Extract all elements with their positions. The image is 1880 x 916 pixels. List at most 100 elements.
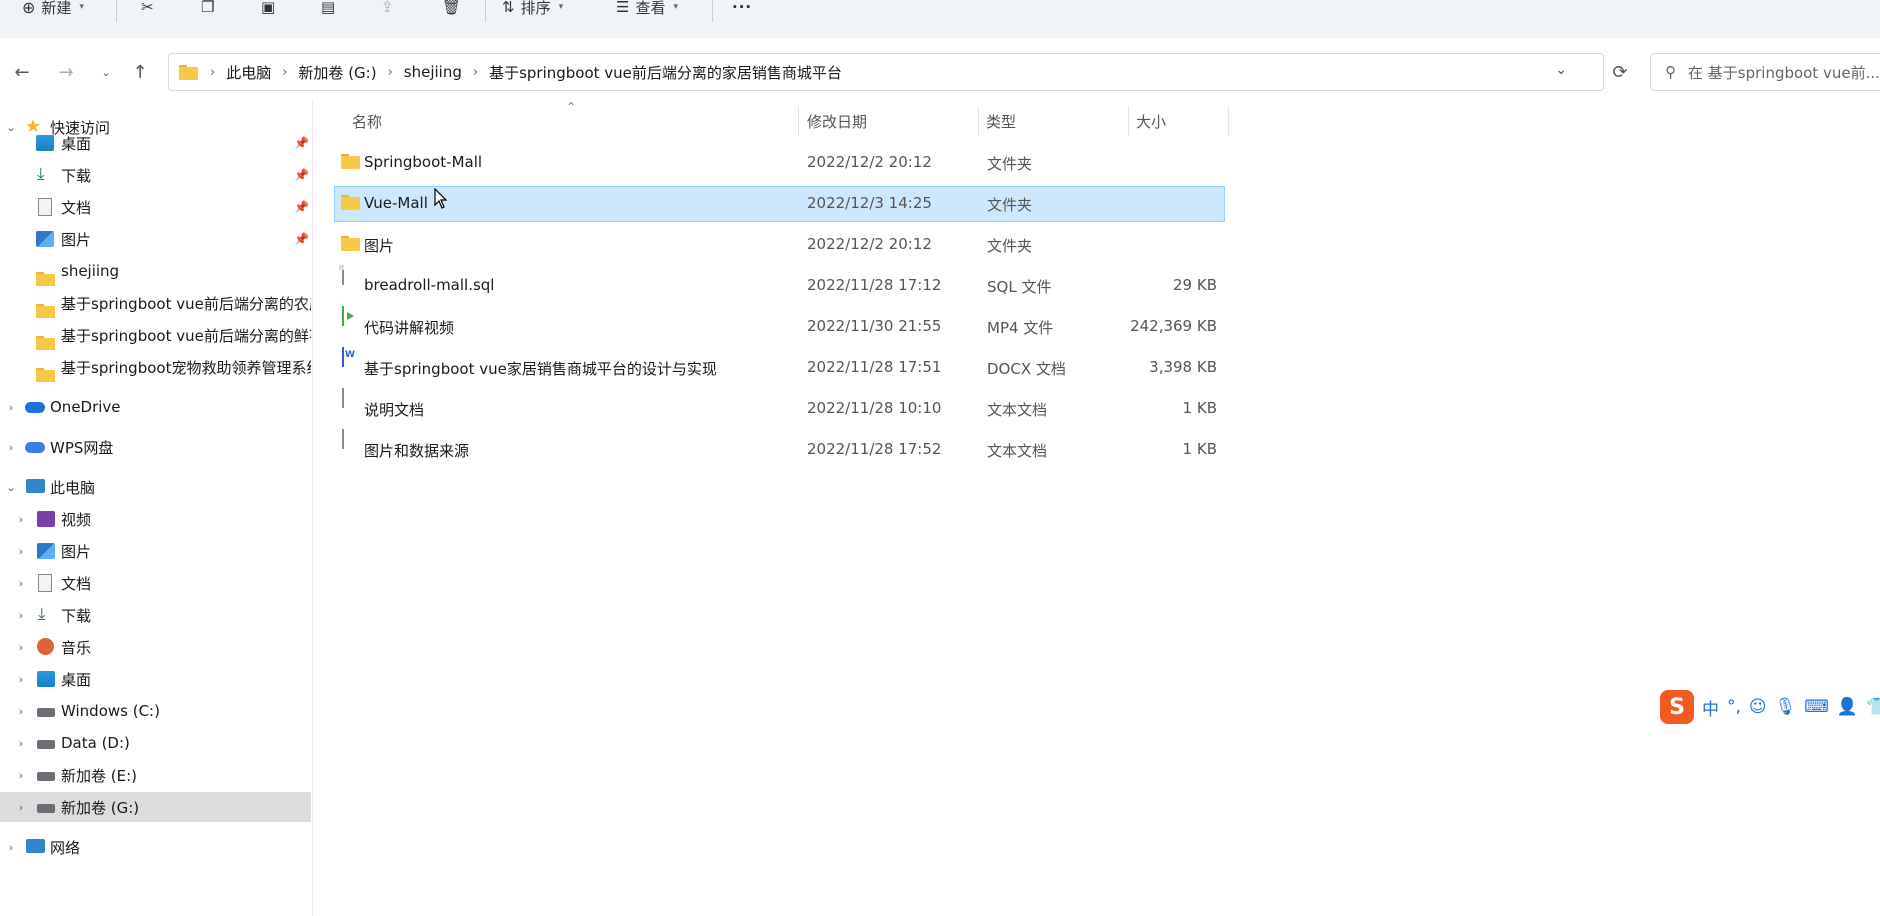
sort-button[interactable]: ⇅ 排序 ▾ bbox=[502, 0, 563, 18]
sidebar-item-drive-c[interactable]: › Windows (C:) bbox=[0, 696, 311, 726]
pane-divider[interactable] bbox=[312, 100, 313, 916]
sidebar-item-folder[interactable]: shejiing bbox=[0, 256, 311, 286]
column-resize-handle[interactable] bbox=[798, 106, 799, 136]
file-row[interactable]: 说明文档 2022/11/28 10:10 文本文档 1 KB bbox=[334, 388, 1225, 427]
search-box[interactable]: ⚲ 在 基于springboot vue前... bbox=[1650, 53, 1880, 91]
ime-mode-toggle[interactable]: 中 bbox=[1702, 695, 1719, 720]
user-icon[interactable]: 👤 bbox=[1837, 697, 1858, 717]
forward-button[interactable]: → bbox=[52, 58, 80, 86]
file-size: 1 KB bbox=[1182, 399, 1217, 417]
file-size: 3,398 KB bbox=[1149, 358, 1217, 376]
share-button[interactable]: ⇪ bbox=[381, 0, 394, 18]
sidebar-item-wps[interactable]: › WPS网盘 bbox=[0, 432, 311, 462]
sidebar-item-onedrive[interactable]: › OneDrive bbox=[0, 392, 311, 422]
sidebar-item-documents[interactable]: 文档 📌 bbox=[0, 192, 311, 222]
chevron-down-icon[interactable]: ⌄ bbox=[4, 481, 18, 494]
sidebar-item-label: 图片 bbox=[61, 230, 92, 249]
column-resize-handle[interactable] bbox=[978, 106, 979, 136]
paste-icon: ▣ bbox=[261, 0, 276, 16]
emoji-icon[interactable]: ☺ bbox=[1749, 697, 1767, 717]
chevron-right-icon[interactable]: › bbox=[388, 65, 393, 80]
file-row[interactable]: 图片 2022/12/2 20:12 文件夹 bbox=[334, 227, 1225, 263]
column-header-size[interactable]: 大小 bbox=[1136, 106, 1166, 136]
sidebar-item-drive-g[interactable]: › 新加卷 (G:) bbox=[0, 792, 311, 822]
sidebar-item-videos[interactable]: › 视频 bbox=[0, 504, 311, 534]
sidebar-item-label: 视频 bbox=[61, 510, 92, 529]
cut-button[interactable]: ✂ bbox=[141, 0, 154, 18]
chevron-right-icon[interactable]: › bbox=[14, 513, 28, 526]
microphone-icon[interactable]: 🎙 bbox=[1775, 697, 1797, 717]
chevron-right-icon[interactable]: › bbox=[473, 65, 478, 80]
more-button[interactable]: ··· bbox=[732, 0, 752, 18]
new-button[interactable]: ⊕ 新建 ▾ bbox=[22, 0, 84, 18]
chevron-right-icon[interactable]: › bbox=[210, 65, 215, 80]
chevron-down-icon: ⌄ bbox=[101, 65, 111, 79]
sidebar-item-documents[interactable]: › 文档 bbox=[0, 568, 311, 598]
chevron-right-icon[interactable]: › bbox=[14, 545, 28, 558]
document-icon bbox=[38, 574, 52, 592]
file-row[interactable]: 代码讲解视频 2022/11/30 21:55 MP4 文件 242,369 K… bbox=[334, 306, 1225, 345]
chevron-right-icon[interactable]: › bbox=[282, 65, 287, 80]
address-bar[interactable]: › 此电脑 › 新加卷 (G:) › shejiing › 基于springbo… bbox=[168, 53, 1604, 91]
sidebar-item-desktop[interactable]: 桌面 📌 bbox=[0, 128, 311, 158]
up-button[interactable]: ↑ bbox=[126, 58, 154, 86]
file-row[interactable]: Springboot-Mall 2022/12/2 20:12 文件夹 bbox=[334, 145, 1225, 181]
file-row[interactable]: Vue-Mall 2022/12/3 14:25 文件夹 bbox=[334, 186, 1225, 222]
paste-button[interactable]: ▣ bbox=[261, 0, 275, 18]
sidebar-item-pictures[interactable]: › 图片 bbox=[0, 536, 311, 566]
folder-icon bbox=[341, 236, 360, 251]
column-header-type[interactable]: 类型 bbox=[986, 106, 1016, 136]
chevron-right-icon[interactable]: › bbox=[14, 737, 28, 750]
delete-button[interactable]: 🗑 bbox=[442, 0, 461, 18]
arrow-left-icon: ← bbox=[14, 61, 30, 83]
computer-icon bbox=[26, 479, 45, 493]
copy-button[interactable]: ❐ bbox=[201, 0, 214, 18]
column-header-name[interactable]: 名称 bbox=[352, 106, 382, 136]
sidebar-item-drive-d[interactable]: › Data (D:) bbox=[0, 728, 311, 758]
sidebar-item-folder[interactable]: 基于springboot宠物救助领养管理系统 bbox=[0, 352, 311, 382]
chevron-right-icon[interactable]: › bbox=[4, 841, 18, 854]
file-row[interactable]: 基于springboot vue家居销售商城平台的设计与实现 2022/11/2… bbox=[334, 347, 1225, 386]
folder-icon bbox=[36, 303, 55, 318]
sidebar-item-label: Data (D:) bbox=[61, 734, 130, 752]
sidebar-item-drive-e[interactable]: › 新加卷 (E:) bbox=[0, 760, 311, 790]
keyboard-icon[interactable]: ⌨ bbox=[1804, 697, 1829, 717]
file-row[interactable]: 图片和数据来源 2022/11/28 17:52 文本文档 1 KB bbox=[334, 429, 1225, 468]
chevron-right-icon[interactable]: › bbox=[14, 769, 28, 782]
sidebar-item-pictures[interactable]: 图片 📌 bbox=[0, 224, 311, 254]
address-dropdown-icon[interactable]: ⌄ bbox=[1555, 62, 1567, 78]
column-resize-handle[interactable] bbox=[1228, 106, 1229, 136]
chevron-right-icon[interactable]: › bbox=[14, 673, 28, 686]
sidebar-item-folder[interactable]: 基于springboot vue前后端分离的鲜花 bbox=[0, 320, 311, 350]
chevron-right-icon[interactable]: › bbox=[14, 577, 28, 590]
chevron-right-icon[interactable]: › bbox=[14, 705, 28, 718]
skin-icon[interactable]: 👕 bbox=[1866, 697, 1880, 717]
ime-toolbar[interactable]: S 中 °, ☺ 🎙 ⌨ 👤 👕 bbox=[1660, 690, 1880, 724]
chevron-right-icon[interactable]: › bbox=[14, 801, 28, 814]
file-row[interactable]: breadroll-mall.sql 2022/11/28 17:12 SQL … bbox=[334, 265, 1225, 304]
sidebar-item-network[interactable]: › 网络 bbox=[0, 832, 311, 862]
sidebar-item-downloads[interactable]: ⤓ 下载 📌 bbox=[0, 160, 311, 190]
column-resize-handle[interactable] bbox=[1128, 106, 1129, 136]
sidebar-item-music[interactable]: › 音乐 bbox=[0, 632, 311, 662]
breadcrumb-item[interactable]: shejiing bbox=[404, 63, 462, 81]
rename-button[interactable]: ▤ bbox=[321, 0, 335, 18]
chevron-right-icon[interactable]: › bbox=[14, 609, 28, 622]
sogou-logo-icon[interactable]: S bbox=[1660, 690, 1694, 724]
breadcrumb-item[interactable]: 新加卷 (G:) bbox=[298, 62, 376, 83]
sidebar-item-downloads[interactable]: › ⤓ 下载 bbox=[0, 600, 311, 630]
refresh-button[interactable]: ⟳ bbox=[1608, 60, 1632, 84]
view-button[interactable]: ☰ 查看 ▾ bbox=[616, 0, 678, 18]
breadcrumb-item[interactable]: 基于springboot vue前后端分离的家居销售商城平台 bbox=[489, 62, 842, 83]
chevron-right-icon[interactable]: › bbox=[4, 441, 18, 454]
chevron-right-icon[interactable]: › bbox=[14, 641, 28, 654]
sidebar-item-this-pc[interactable]: ⌄ 此电脑 bbox=[0, 472, 311, 502]
back-button[interactable]: ← bbox=[8, 58, 36, 86]
sidebar-item-folder[interactable]: 基于springboot vue前后端分离的农产 bbox=[0, 288, 311, 318]
chevron-right-icon[interactable]: › bbox=[4, 401, 18, 414]
column-header-date[interactable]: 修改日期 bbox=[807, 106, 867, 136]
punctuation-icon[interactable]: °, bbox=[1727, 697, 1741, 717]
breadcrumb-item[interactable]: 此电脑 bbox=[226, 62, 271, 83]
sidebar-item-desktop[interactable]: › 桌面 bbox=[0, 664, 311, 694]
recent-locations-button[interactable]: ⌄ bbox=[92, 58, 120, 86]
